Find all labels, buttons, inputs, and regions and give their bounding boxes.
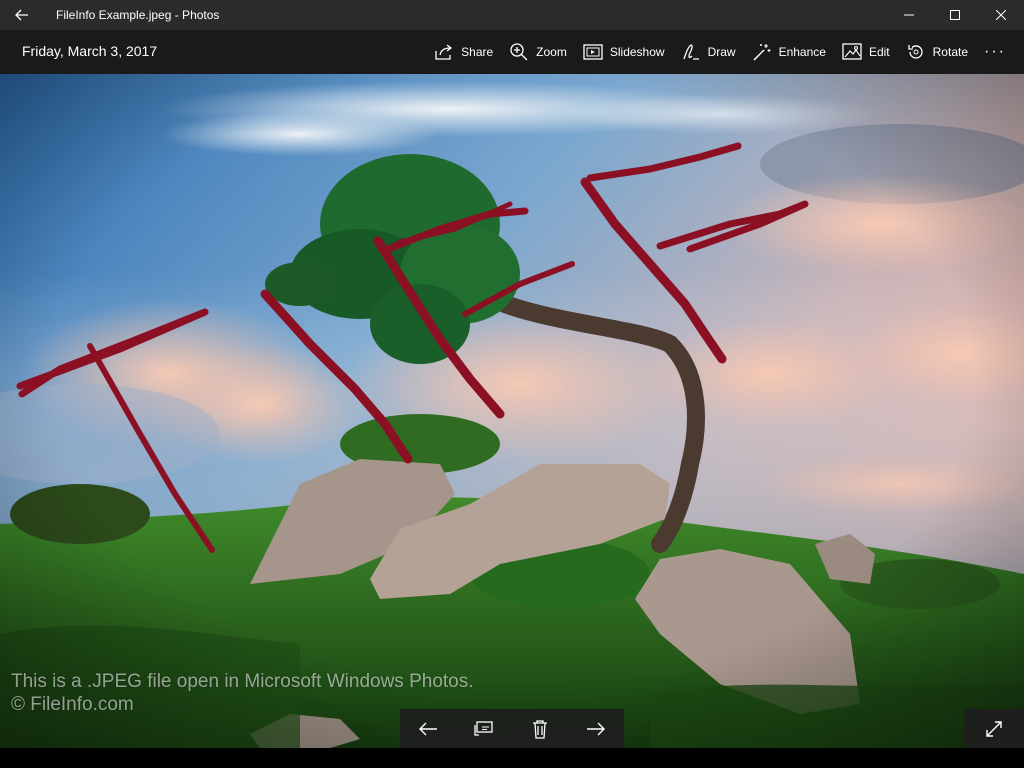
photo-viewer[interactable]: This is a .JPEG file open in Microsoft W… <box>0 74 1024 748</box>
edit-button[interactable]: Edit <box>834 30 898 74</box>
enhance-button[interactable]: Enhance <box>744 30 834 74</box>
maximize-icon <box>950 10 960 20</box>
ink-drawing <box>16 142 809 553</box>
zoom-label: Zoom <box>536 45 567 59</box>
fullscreen-button[interactable] <box>964 709 1024 748</box>
enhance-label: Enhance <box>778 45 826 59</box>
slideshow-icon <box>583 44 603 60</box>
close-button[interactable] <box>978 0 1024 30</box>
zoom-icon <box>510 43 528 61</box>
rotate-label: Rotate <box>932 45 968 59</box>
edit-icon <box>842 43 862 60</box>
photo-date: Friday, March 3, 2017 <box>22 43 158 59</box>
close-icon <box>996 10 1006 20</box>
zoom-button[interactable]: Zoom <box>501 30 575 74</box>
more-options-button[interactable]: ··· <box>976 30 1014 74</box>
edit-label: Edit <box>868 45 890 59</box>
command-list: Share Zoom Slideshow Draw Enhance Edit R… <box>426 30 1014 74</box>
slideshow-label: Slideshow <box>609 45 665 59</box>
draw-icon <box>682 44 699 60</box>
window-controls <box>886 0 1024 30</box>
enhance-icon <box>753 44 771 61</box>
next-button[interactable] <box>576 709 616 748</box>
slideshow-button[interactable]: Slideshow <box>575 30 673 74</box>
delete-icon <box>533 719 547 739</box>
rotate-button[interactable]: Rotate <box>898 30 976 74</box>
share-label: Share <box>461 45 494 59</box>
window-title: FileInfo Example.jpeg - Photos <box>56 8 220 22</box>
back-arrow-icon <box>15 9 28 21</box>
title-bar: FileInfo Example.jpeg - Photos <box>0 0 1024 30</box>
minimize-icon <box>904 14 914 16</box>
share-icon <box>435 44 453 60</box>
maximize-button[interactable] <box>932 0 978 30</box>
rotate-icon <box>907 45 923 59</box>
fullscreen-icon <box>986 720 1002 737</box>
previous-icon <box>419 722 437 735</box>
add-to-album-icon <box>474 720 493 736</box>
bottom-strip <box>0 748 1024 768</box>
previous-button[interactable] <box>408 709 448 748</box>
command-bar: Friday, March 3, 2017 Share Zoom Slidesh… <box>0 30 1024 74</box>
caption-line-1: This is a .JPEG file open in Microsoft W… <box>11 671 474 692</box>
draw-label: Draw <box>707 45 736 59</box>
add-to-album-button[interactable] <box>464 709 504 748</box>
next-icon <box>587 722 605 735</box>
back-button[interactable] <box>0 0 44 30</box>
delete-button[interactable] <box>520 709 560 748</box>
bottom-controls <box>400 709 624 748</box>
minimize-button[interactable] <box>886 0 932 30</box>
share-button[interactable]: Share <box>426 30 501 74</box>
draw-button[interactable]: Draw <box>673 30 744 74</box>
